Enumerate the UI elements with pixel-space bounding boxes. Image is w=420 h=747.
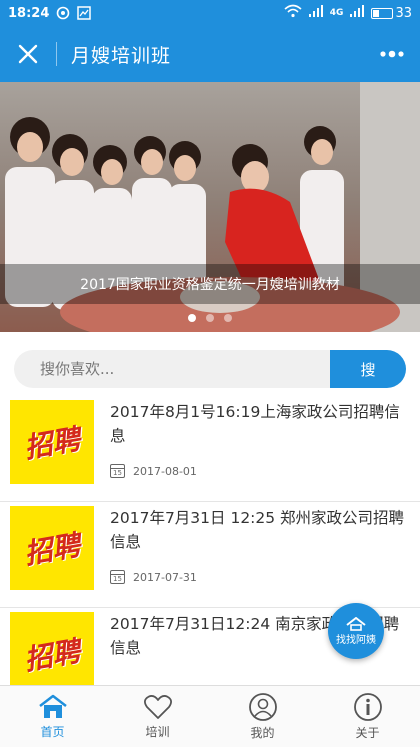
tab-mine[interactable]: 我的 — [210, 686, 315, 747]
carousel-dot[interactable] — [206, 314, 214, 322]
recruit-thumbnail: 招聘 — [10, 400, 94, 484]
tab-home[interactable]: 首页 — [0, 686, 105, 747]
news-date: 2017-08-01 — [133, 464, 197, 478]
calendar-icon: 15 — [110, 570, 125, 584]
wifi-icon — [284, 4, 302, 22]
banner-caption: 2017国家职业资格鉴定统一月嫂培训教材 — [0, 264, 420, 304]
find-nanny-button[interactable]: 找找阿姨 — [328, 603, 384, 659]
news-list: 招聘 2017年8月1号16:19上海家政公司招聘信息 15 2017-08-0… — [0, 396, 420, 714]
status-time: 18:24 — [8, 5, 50, 21]
carousel-dots — [0, 314, 420, 322]
messenger-icon — [55, 5, 71, 21]
app-header: 月嫂培训班 — [0, 26, 420, 82]
home-icon — [38, 694, 67, 718]
battery-percent: 33 — [395, 5, 412, 21]
page-title: 月嫂培训班 — [71, 44, 172, 67]
find-nanny-label: 找找阿姨 — [336, 634, 376, 646]
banner-carousel[interactable]: 2017国家职业资格鉴定统一月嫂培训教材 — [0, 82, 420, 332]
thumb-label: 招聘 — [21, 634, 83, 677]
battery-indicator: 33 — [371, 6, 412, 21]
search-button[interactable]: 搜 — [330, 350, 406, 388]
more-button[interactable] — [364, 26, 420, 82]
more-dots-icon — [380, 50, 404, 58]
info-icon — [353, 692, 382, 721]
recruit-thumbnail: 招聘 — [10, 612, 94, 696]
signal-icon — [308, 4, 324, 22]
header-divider — [56, 42, 57, 66]
status-bar: 18:24 4G 33 — [0, 0, 420, 26]
bottom-tab-bar: 首页 培训 我的 关于 — [0, 685, 420, 747]
house-icon — [346, 616, 366, 631]
carousel-dot[interactable] — [224, 314, 232, 322]
battery-icon — [371, 7, 394, 19]
calendar-day: 15 — [113, 575, 122, 583]
close-icon — [18, 44, 38, 64]
search-bar: 搜 — [14, 350, 406, 388]
tab-training[interactable]: 培训 — [105, 686, 210, 747]
list-item[interactable]: 招聘 2017年7月31日 12:25 郑州家政公司招聘信息 15 2017-0… — [0, 502, 420, 608]
recruit-thumbnail: 招聘 — [10, 506, 94, 590]
tab-label: 关于 — [355, 725, 380, 740]
heart-icon — [143, 694, 172, 719]
news-title: 2017年7月31日 12:25 郑州家政公司招聘信息 — [110, 509, 405, 551]
calendar-icon: 15 — [110, 464, 125, 478]
carousel-dot[interactable] — [188, 314, 196, 322]
search-input[interactable] — [14, 350, 330, 388]
image-notification-icon — [76, 5, 92, 21]
news-title: 2017年8月1号16:19上海家政公司招聘信息 — [110, 403, 400, 445]
tab-label: 培训 — [145, 724, 170, 739]
tab-about[interactable]: 关于 — [315, 686, 420, 747]
news-date: 2017-07-31 — [133, 570, 197, 584]
signal-icon-2 — [349, 4, 365, 22]
thumb-label: 招聘 — [21, 422, 83, 465]
network-type: 4G — [329, 8, 344, 18]
user-icon — [248, 692, 277, 721]
calendar-day: 15 — [113, 469, 122, 477]
tab-label: 首页 — [40, 724, 65, 739]
list-item[interactable]: 招聘 2017年8月1号16:19上海家政公司招聘信息 15 2017-08-0… — [0, 396, 420, 502]
close-button[interactable] — [0, 26, 56, 82]
thumb-label: 招聘 — [21, 528, 83, 571]
tab-label: 我的 — [250, 725, 275, 740]
